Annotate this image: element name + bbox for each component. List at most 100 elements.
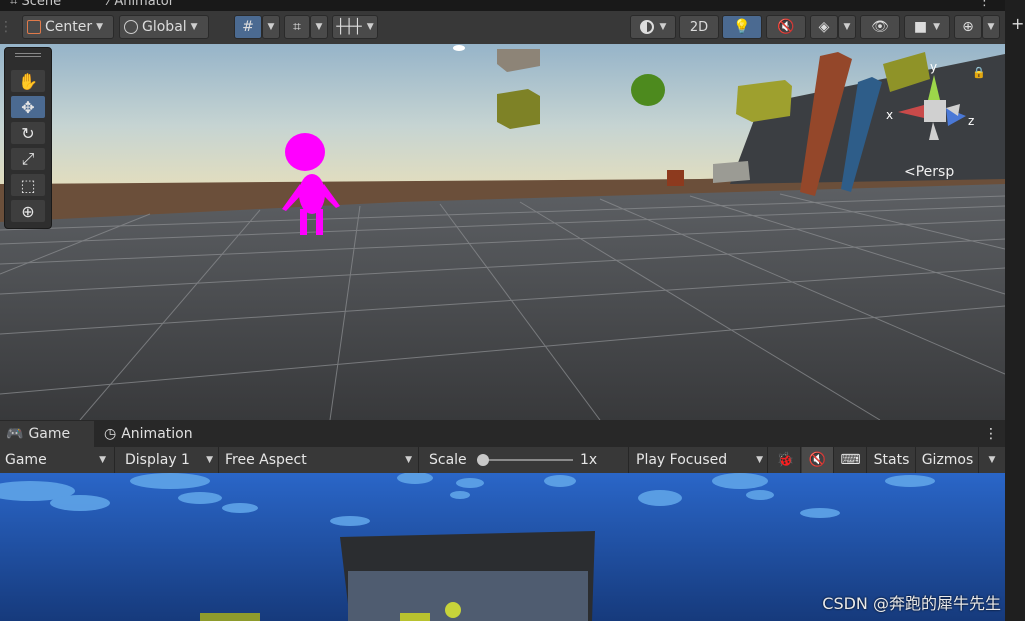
scene-tab-strip: ⌗ Scene ⁄ Animator ⋮ (0, 0, 1005, 11)
tab-game[interactable]: 🎮 Game (0, 421, 94, 447)
gizmos-dropdown[interactable]: ▼ (980, 447, 1004, 473)
chevron-down-icon: ▼ (315, 22, 323, 32)
chevron-down-icon: ▼ (933, 22, 941, 32)
shading-icon (639, 20, 654, 34)
view-type-label: Game (5, 452, 47, 468)
scale-icon: ⤢ (21, 149, 35, 168)
stats-toggle[interactable]: Stats (868, 447, 916, 473)
game-view[interactable]: CSDN @奔跑的犀牛先生 (0, 473, 1005, 621)
transform-tool-button[interactable]: ⊕ (11, 200, 45, 222)
display-dropdown[interactable]: Display 1 ▼ (119, 447, 219, 473)
shortcuts-toggle[interactable]: ⌨ (835, 447, 867, 473)
hand-icon: ✋ (18, 71, 38, 91)
display-label: Display 1 (125, 452, 190, 468)
chevron-down-icon: ▼ (190, 22, 198, 32)
tab-animation-label: Animation (121, 426, 193, 442)
snap-increment-toggle[interactable]: ⌗ (284, 15, 310, 39)
camera-settings-dropdown[interactable]: ■ ▼ (904, 15, 950, 39)
stats-label: Stats (873, 452, 910, 468)
transform-space-label: Global (142, 19, 187, 35)
effects-dropdown[interactable]: ▼ (838, 15, 856, 39)
mute-audio-toggle[interactable]: 🔇 (802, 447, 834, 473)
projection-toggle[interactable]: <Persp (904, 164, 954, 180)
toolbar-grip[interactable]: ⋮ (0, 15, 13, 39)
2d-toggle[interactable]: 2D (679, 15, 719, 39)
game-tab-strip: 🎮 Game ◷ Animation ⋮ (0, 421, 1005, 447)
scale-tool-button[interactable]: ⤢ (11, 148, 45, 170)
tools-palette: ✋ ✥ ↻ ⤢ ⬚ ⊕ (4, 47, 52, 229)
grid-snap-icon: # (242, 19, 254, 35)
tab-game-label: Game (28, 426, 71, 442)
persp-chevron-icon: < (904, 164, 916, 180)
axis-y-label: y (930, 60, 938, 74)
tab-scene-label: Scene (21, 0, 62, 9)
rect-tool-button[interactable]: ⬚ (11, 174, 45, 196)
play-mode-label: Play Focused (636, 452, 728, 468)
play-mode-dropdown[interactable]: Play Focused ▼ (630, 447, 768, 473)
hand-tool-button[interactable]: ✋ (11, 70, 45, 92)
watermark: CSDN @奔跑的犀牛先生 (822, 594, 1001, 613)
move-tool-button[interactable]: ✥ (11, 96, 45, 118)
axis-x-label: x (886, 108, 894, 122)
effects-toggle[interactable]: ◈ (810, 15, 838, 39)
chevron-down-icon: ▼ (756, 455, 763, 465)
pivot-mode-dropdown[interactable]: Center ▼ (22, 15, 114, 39)
aspect-dropdown[interactable]: Free Aspect ▼ (219, 447, 419, 473)
bug-icon: 🐞 (776, 452, 795, 468)
scene-visibility-toggle[interactable]: 👁 (860, 15, 900, 39)
move-icon: ✥ (21, 97, 35, 117)
kebab-menu-icon[interactable]: ⋮ (978, 0, 991, 9)
transform-space-dropdown[interactable]: Global ▼ (119, 15, 209, 39)
tab-animator[interactable]: ⁄ Animator (108, 0, 174, 9)
gizmo-icon: ⊕ (962, 19, 974, 35)
shading-mode-dropdown[interactable]: ▼ (630, 15, 676, 39)
scale-value: 1x (580, 452, 598, 468)
chevron-down-icon: ▼ (366, 22, 374, 32)
chevron-down-icon: ▼ (988, 455, 996, 465)
gizmo-axes-icon (898, 75, 966, 140)
grid-snap-toggle[interactable]: # (234, 15, 262, 39)
gizmos-button[interactable]: Gizmos (917, 447, 979, 473)
orientation-gizmo[interactable]: y x z (886, 60, 976, 170)
scale-slider-track[interactable] (483, 459, 573, 461)
rotate-tool-button[interactable]: ↻ (11, 122, 45, 144)
view-type-dropdown[interactable]: Game ▼ (0, 447, 115, 473)
audio-toggle[interactable]: 🔇 (766, 15, 806, 39)
tab-animation[interactable]: ◷ Animation (104, 421, 193, 447)
kebab-menu-icon[interactable]: ⋮ (984, 421, 998, 447)
scene-toolbar: ⋮ Center ▼ Global ▼ # ▼ ⌗ ▼ ┼┼┼ ▼ ▼ 2D 💡 … (0, 11, 1005, 45)
ruler-icon: ┼┼┼ (336, 19, 362, 35)
camera-icon: ■ (913, 19, 928, 35)
lighting-toggle[interactable]: 💡 (722, 15, 762, 39)
right-panel-edge: + (1005, 0, 1025, 621)
scale-slider-group: Scale 1x (423, 447, 629, 473)
chevron-down-icon: ▼ (843, 22, 851, 32)
tab-scene[interactable]: ⌗ Scene (10, 0, 61, 9)
axis-z-label: z (968, 114, 975, 128)
clock-icon: ◷ (104, 426, 117, 442)
lock-icon[interactable]: 🔒 (972, 66, 986, 79)
palette-grip[interactable] (15, 53, 41, 57)
gizmos-dropdown[interactable]: ▼ (982, 15, 1000, 39)
snap-increment-dropdown[interactable]: ▼ (310, 15, 328, 39)
chevron-down-icon: ▼ (659, 22, 667, 32)
scene-view[interactable]: y x z 🔒 <Persp (0, 44, 1005, 420)
gizmos-toggle[interactable]: ⊕ (954, 15, 982, 39)
chevron-down-icon: ▼ (987, 22, 995, 32)
visibility-icon: 👁 (871, 19, 889, 35)
chevron-down-icon: ▼ (96, 22, 104, 32)
audio-mute-icon: 🔇 (777, 19, 795, 35)
gizmos-label: Gizmos (921, 452, 974, 468)
add-tab-icon[interactable]: + (1011, 14, 1024, 33)
chevron-down-icon: ▼ (99, 455, 106, 465)
snap-settings-dropdown[interactable]: ┼┼┼ ▼ (332, 15, 378, 39)
frame-debugger-toggle[interactable]: 🐞 (771, 447, 801, 473)
transform-icon: ⊕ (21, 201, 35, 221)
rotate-icon: ↻ (21, 123, 35, 143)
rect-icon: ⬚ (20, 175, 36, 195)
globe-icon (124, 20, 138, 34)
scene-viewport-render (0, 44, 1005, 420)
grid-snap-dropdown[interactable]: ▼ (262, 15, 280, 39)
scale-slider-thumb[interactable] (477, 454, 489, 466)
gamepad-icon: 🎮 (6, 426, 24, 442)
